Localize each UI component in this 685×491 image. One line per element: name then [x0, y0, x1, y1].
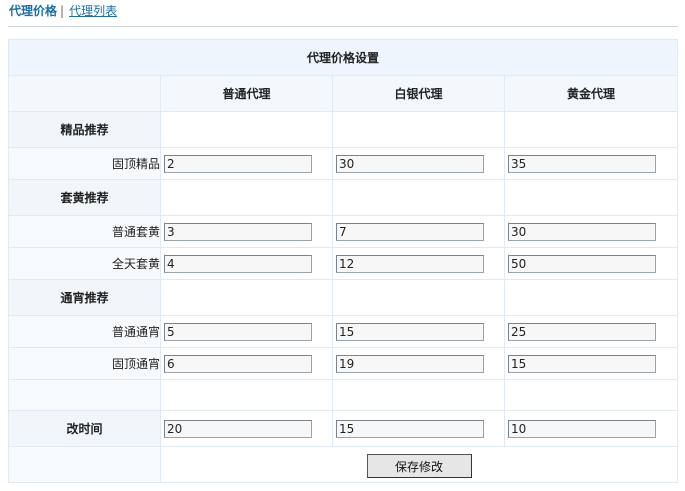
row-label: 固顶精品 — [8, 147, 161, 180]
price-input[interactable] — [508, 354, 656, 373]
price-input[interactable] — [164, 222, 312, 241]
time-input[interactable] — [508, 419, 656, 438]
table-row: 全天套黄 — [8, 247, 679, 280]
price-input[interactable] — [164, 354, 312, 373]
section-label: 精品推荐 — [8, 111, 161, 148]
table-row: 固顶通宵 — [8, 347, 679, 380]
col-header-gold: 黄金代理 — [503, 75, 679, 112]
time-input[interactable] — [336, 419, 484, 438]
price-input[interactable] — [164, 154, 312, 173]
price-input[interactable] — [336, 354, 484, 373]
row-label: 普通通宵 — [8, 315, 161, 348]
table-row: 固顶精品 — [8, 147, 679, 180]
price-input[interactable] — [336, 154, 484, 173]
price-input[interactable] — [336, 254, 484, 273]
col-header-silver: 白银代理 — [332, 75, 505, 112]
table-row: 普通通宵 — [8, 315, 679, 348]
price-input[interactable] — [336, 322, 484, 341]
price-input[interactable] — [164, 254, 312, 273]
save-button[interactable]: 保存修改 — [366, 454, 472, 478]
table-row: 普通套黄 — [8, 215, 679, 248]
row-label: 全天套黄 — [8, 247, 161, 280]
table-row: 改时间 — [8, 410, 679, 447]
header-corner — [8, 75, 161, 112]
price-input[interactable] — [508, 222, 656, 241]
price-input[interactable] — [164, 322, 312, 341]
row-label: 普通套黄 — [8, 215, 161, 248]
time-input[interactable] — [164, 419, 312, 438]
section-label: 套黄推荐 — [8, 179, 161, 216]
col-header-normal: 普通代理 — [160, 75, 333, 112]
row-label: 固顶通宵 — [8, 347, 161, 380]
nav-divider — [8, 26, 678, 27]
price-input[interactable] — [336, 222, 484, 241]
price-input[interactable] — [508, 254, 656, 273]
price-input[interactable] — [508, 154, 656, 173]
section-label: 通宵推荐 — [8, 279, 161, 316]
top-nav: 代理价格 | 代理列表 — [9, 3, 117, 19]
agent-price-table: 代理价格设置 普通代理 白银代理 黄金代理 精品推荐 固顶精品 套黄推荐 普通套… — [7, 39, 679, 483]
nav-separator: | — [60, 4, 65, 18]
nav-agent-price[interactable]: 代理价格 — [9, 4, 57, 18]
table-title: 代理价格设置 — [7, 39, 679, 76]
price-input[interactable] — [508, 322, 656, 341]
time-row-label: 改时间 — [8, 410, 161, 447]
nav-agent-list-link[interactable]: 代理列表 — [69, 4, 117, 18]
